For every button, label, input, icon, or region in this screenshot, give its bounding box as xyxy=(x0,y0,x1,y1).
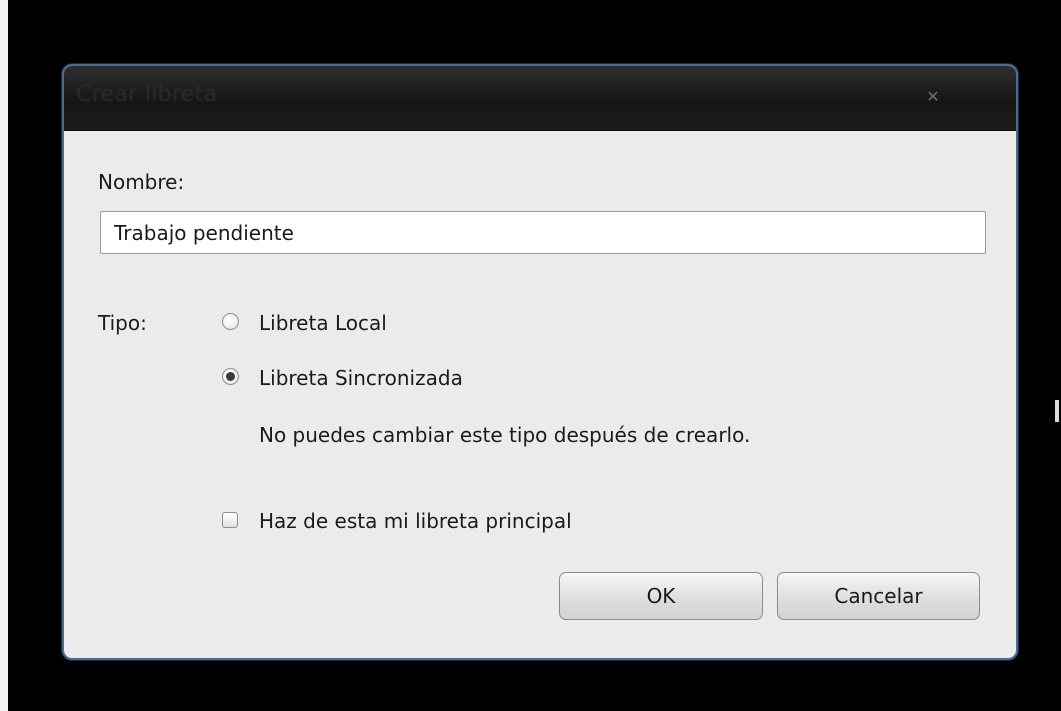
create-notebook-dialog: Crear libreta ✕ Nombre: Tipo: Libreta Lo… xyxy=(62,64,1018,660)
background-edge xyxy=(0,0,8,711)
radio-selected-dot xyxy=(226,372,235,381)
name-label: Nombre: xyxy=(98,170,185,194)
dialog-titlebar[interactable]: Crear libreta ✕ xyxy=(64,66,1016,131)
local-notebook-label[interactable]: Libreta Local xyxy=(259,311,387,335)
default-notebook-checkbox[interactable] xyxy=(222,512,238,528)
type-note: No puedes cambiar este tipo después de c… xyxy=(259,423,751,447)
notebook-name-input[interactable] xyxy=(100,211,986,254)
dialog-title: Crear libreta xyxy=(76,82,218,107)
default-notebook-label[interactable]: Haz de esta mi libreta principal xyxy=(259,509,572,533)
local-notebook-radio[interactable] xyxy=(222,313,239,330)
synced-notebook-label[interactable]: Libreta Sincronizada xyxy=(259,366,463,390)
synced-notebook-radio[interactable] xyxy=(222,368,239,385)
type-label: Tipo: xyxy=(98,311,147,335)
background-artifact xyxy=(1055,400,1059,422)
ok-button[interactable]: OK xyxy=(559,572,763,620)
close-icon[interactable]: ✕ xyxy=(922,86,944,108)
cancel-button[interactable]: Cancelar xyxy=(777,572,980,620)
